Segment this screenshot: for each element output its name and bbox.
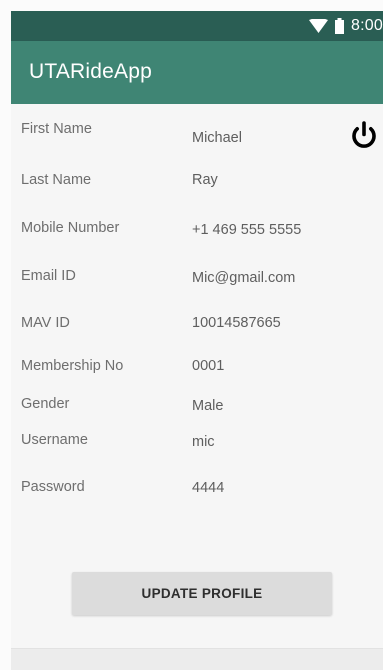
label-mobile-number: Mobile Number bbox=[21, 220, 120, 236]
label-password: Password bbox=[21, 479, 85, 495]
battery-icon bbox=[335, 18, 345, 34]
phone-screen: 8:00 UTARideApp First Name Michael Last … bbox=[11, 11, 383, 670]
label-membership-no: Membership No bbox=[21, 358, 124, 374]
status-icons: 8:00 bbox=[309, 11, 383, 41]
value-gender[interactable]: Male bbox=[192, 398, 223, 414]
value-username[interactable]: mic bbox=[192, 434, 215, 450]
label-last-name: Last Name bbox=[21, 172, 92, 188]
value-email-id[interactable]: Mic@gmail.com bbox=[192, 270, 295, 286]
label-first-name: First Name bbox=[21, 121, 92, 137]
power-icon bbox=[352, 121, 376, 148]
update-profile-button[interactable]: UPDATE PROFILE bbox=[72, 572, 332, 615]
value-first-name[interactable]: Michael bbox=[192, 130, 242, 146]
app-bar: UTARideApp bbox=[11, 41, 383, 104]
logout-button[interactable] bbox=[346, 117, 382, 153]
value-last-name[interactable]: Ray bbox=[192, 172, 218, 188]
value-mav-id[interactable]: 10014587665 bbox=[192, 315, 281, 331]
label-mav-id: MAV ID bbox=[21, 315, 70, 331]
wifi-icon bbox=[309, 19, 329, 33]
status-bar: 8:00 bbox=[11, 11, 383, 41]
value-password[interactable]: 4444 bbox=[192, 480, 224, 496]
label-username: Username bbox=[21, 432, 88, 448]
label-email-id: Email ID bbox=[21, 268, 76, 284]
value-membership-no[interactable]: 0001 bbox=[192, 358, 224, 374]
value-mobile-number[interactable]: +1 469 555 5555 bbox=[192, 222, 301, 238]
app-title: UTARideApp bbox=[29, 60, 152, 83]
status-time: 8:00 bbox=[351, 17, 383, 34]
label-gender: Gender bbox=[21, 396, 70, 412]
navigation-bar bbox=[11, 648, 383, 670]
